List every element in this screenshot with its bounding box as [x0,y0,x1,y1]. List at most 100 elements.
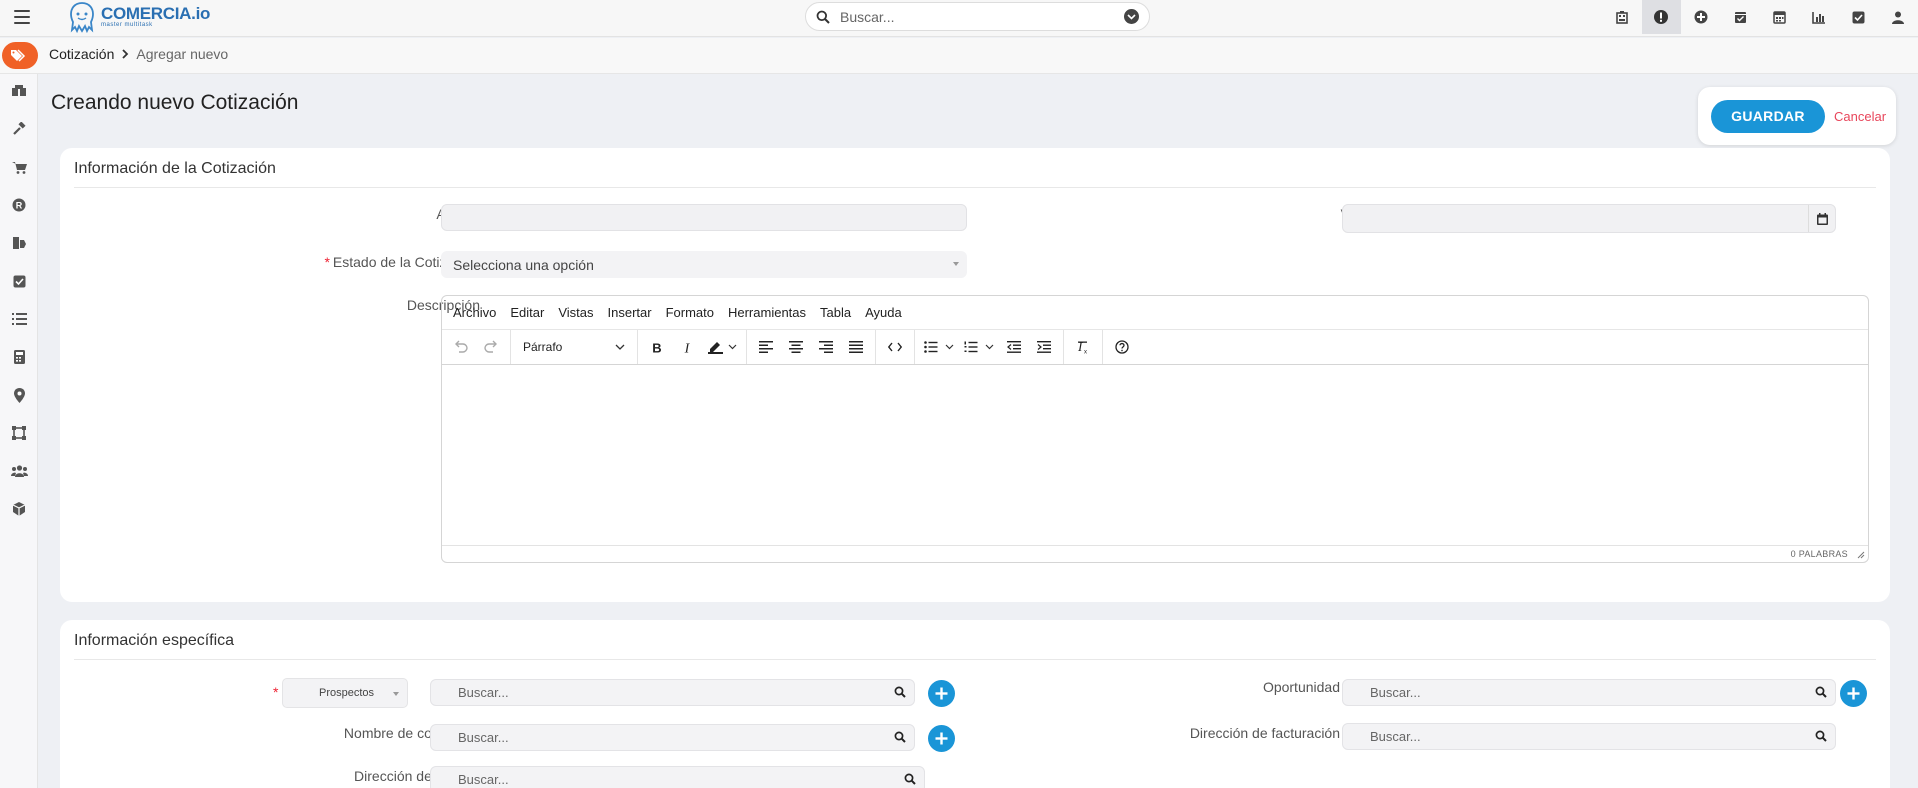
add-entity-button[interactable] [928,680,955,707]
numbered-list-icon[interactable] [959,333,999,361]
app-logo[interactable]: COMERCIA.io master multitask [67,0,210,34]
help-group [1103,330,1141,364]
subject-field[interactable] [441,204,967,231]
alignment-group [747,330,876,364]
sidebar-item-vector[interactable] [9,423,29,443]
search-icon[interactable] [894,686,906,698]
contact-search[interactable]: Buscar... [430,724,915,751]
calendar-icon[interactable] [1760,0,1800,34]
block-format-value: Párrafo [523,340,563,354]
sidebar-item-tag[interactable] [9,233,29,253]
menu-toggle-icon[interactable] [10,5,34,29]
highlight-color-icon[interactable] [702,333,742,361]
clear-formatting-icon[interactable]: Ix [1068,333,1098,361]
menu-archivo[interactable]: Archivo [453,305,496,320]
code-icon[interactable] [880,333,910,361]
outdent-icon[interactable] [999,333,1029,361]
bold-icon[interactable]: B [642,333,672,361]
sidebar-item-tasks[interactable] [9,271,29,291]
entity-type-select[interactable]: Prospectos [282,678,408,708]
search-icon[interactable] [1815,686,1827,698]
global-search[interactable] [805,2,1150,31]
sidebar-item-cube[interactable] [9,499,29,519]
redo-icon[interactable] [476,333,506,361]
menu-formato[interactable]: Formato [666,305,714,320]
sidebar-item-boxes[interactable] [9,81,29,101]
sidebar-item-map-pin[interactable] [9,385,29,405]
user-icon[interactable] [1879,0,1918,34]
sidebar-item-hammer[interactable] [9,119,29,139]
sidebar-item-users[interactable] [9,461,29,481]
plus-circle-icon[interactable] [1681,0,1721,34]
billing-search-placeholder: Buscar... [1370,729,1421,744]
check-square-icon[interactable] [1839,0,1879,34]
editor-statusbar: 0 PALABRAS [442,545,1868,562]
indent-icon[interactable] [1029,333,1059,361]
editor-menubar: Archivo Editar Vistas Insertar Formato H… [442,296,1868,330]
alert-icon[interactable] [1641,0,1681,34]
menu-ayuda[interactable]: Ayuda [865,305,902,320]
resize-handle-icon[interactable] [1857,551,1865,559]
global-search-input[interactable] [840,8,1114,25]
billing-address-search[interactable]: Buscar... [1342,723,1836,750]
status-select-value: Selecciona una opción [453,256,594,273]
menu-editar[interactable]: Editar [510,305,544,320]
help-icon[interactable] [1107,333,1137,361]
form-actions: GUARDAR Cancelar [1698,87,1896,145]
sidebar-item-list[interactable] [9,309,29,329]
history-group [442,330,511,364]
undo-icon[interactable] [446,333,476,361]
sidebar-item-calculator[interactable] [9,347,29,367]
cancel-link[interactable]: Cancelar [1834,109,1886,124]
align-center-icon[interactable] [781,333,811,361]
search-icon[interactable] [904,773,916,785]
caret-down-icon [953,262,959,266]
entity-search[interactable]: Buscar... [430,679,915,706]
contact-search-placeholder: Buscar... [458,730,509,745]
billing-address-label: Dirección de facturación [1189,725,1340,741]
tags-icon[interactable] [2,42,38,69]
align-right-icon[interactable] [811,333,841,361]
sidebar: R [0,74,38,788]
breadcrumb: Cotización Agregar nuevo [49,46,228,62]
shipping-address-search[interactable]: Buscar... [430,766,925,788]
top-icon-bar [1602,0,1918,34]
align-justify-icon[interactable] [841,333,871,361]
menu-tabla[interactable]: Tabla [820,305,851,320]
add-opportunity-button[interactable] [1840,680,1867,707]
opportunity-search[interactable]: Buscar... [1342,679,1836,706]
breadcrumb-module[interactable]: Cotización [49,46,114,62]
text-style-group: B I [638,330,747,364]
chart-icon[interactable] [1800,0,1840,34]
add-contact-button[interactable] [928,725,955,752]
sidebar-item-registered[interactable]: R [9,195,29,215]
top-bar: COMERCIA.io master multitask [0,0,1918,37]
status-select[interactable]: Selecciona una opción [441,251,967,278]
section-title: Información específica [74,632,1876,660]
entity-search-placeholder: Buscar... [458,685,509,700]
rich-text-editor: Archivo Editar Vistas Insertar Formato H… [441,295,1869,563]
building-icon[interactable] [1602,0,1642,34]
save-button[interactable]: GUARDAR [1711,99,1825,133]
app-brand: COMERCIA.io [101,4,211,23]
valid-until-field[interactable] [1342,204,1836,233]
align-left-icon[interactable] [751,333,781,361]
sidebar-item-cart[interactable] [9,157,29,177]
bullet-list-icon[interactable] [919,333,959,361]
search-icon[interactable] [894,731,906,743]
menu-herramientas[interactable]: Herramientas [728,305,806,320]
code-group [876,330,915,364]
svg-text:I: I [684,341,691,354]
chevron-down-icon[interactable] [1124,9,1139,24]
block-format-select[interactable]: Párrafo [515,340,633,354]
section-title: Información de la Cotización [74,160,1876,188]
required-mark: * [273,684,279,700]
menu-insertar[interactable]: Insertar [608,305,652,320]
italic-icon[interactable]: I [672,333,702,361]
menu-vistas[interactable]: Vistas [558,305,593,320]
search-icon[interactable] [1815,730,1827,742]
required-mark: * [324,254,330,270]
editor-content-area[interactable] [442,365,1868,545]
calendar-check-icon[interactable] [1721,0,1761,34]
calendar-icon[interactable] [1808,205,1835,232]
